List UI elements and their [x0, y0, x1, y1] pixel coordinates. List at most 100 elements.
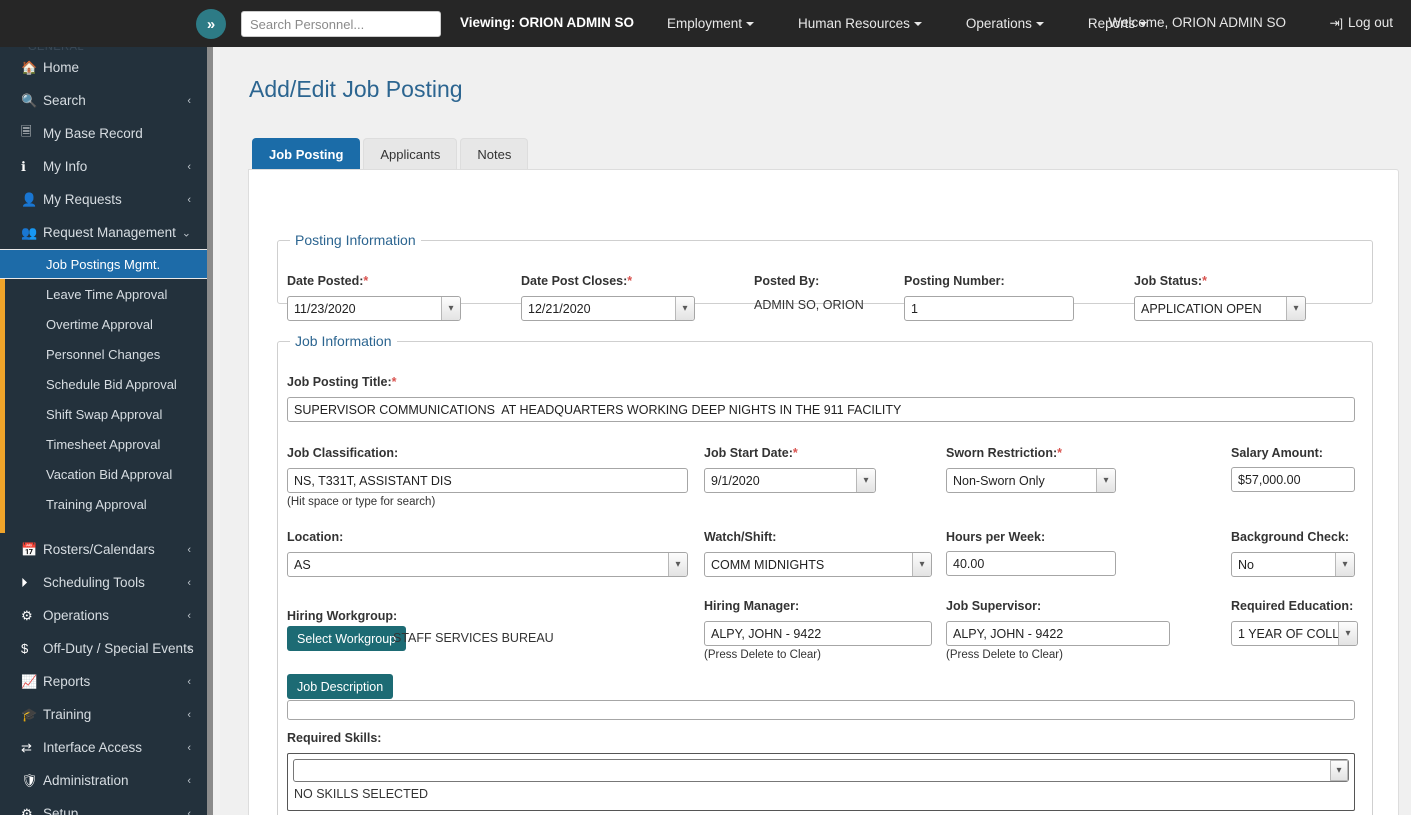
- sidebar-item-administration[interactable]: 🛡 Administration ‹: [0, 764, 213, 797]
- nav-item-human-resources[interactable]: Human Resources: [776, 16, 944, 31]
- tab-job-posting[interactable]: Job Posting: [252, 138, 361, 169]
- nav-item-employment-label: Employment: [667, 16, 743, 31]
- sidebar-item-vacation-bid-approval[interactable]: Vacation Bid Approval: [0, 459, 213, 489]
- job-start-date-value: 9/1/2020: [711, 473, 760, 488]
- required-education-select[interactable]: 1 YEAR OF COLLE ▾: [1231, 621, 1358, 646]
- sidebar: GENERAL 🏠 Home 🔍 Search ‹ 🗏 My Base Reco…: [0, 47, 220, 815]
- job-description-input[interactable]: [287, 700, 1355, 720]
- sidebar-item-setup[interactable]: ⚙ Setup ‹: [0, 797, 213, 815]
- required-asterisk: *: [1057, 446, 1062, 460]
- job-supervisor-input[interactable]: [946, 621, 1170, 646]
- hiring-workgroup-label: Hiring Workgroup:: [287, 609, 398, 623]
- required-education-value: 1 YEAR OF COLLE: [1238, 626, 1348, 641]
- watch-shift-select[interactable]: COMM MIDNIGHTS ▾: [704, 552, 932, 577]
- posting-number-label: Posting Number:: [904, 274, 1005, 288]
- sidebar-item-request-management[interactable]: 👥 Request Management ⌄: [0, 216, 213, 249]
- job-description-button[interactable]: Job Description: [287, 674, 394, 699]
- required-skills-note: NO SKILLS SELECTED: [294, 787, 429, 801]
- select-workgroup-button[interactable]: Select Workgroup: [287, 626, 407, 651]
- tab-notes[interactable]: Notes: [460, 138, 529, 169]
- magnifier-icon: 🔍: [21, 92, 38, 108]
- location-value: AS: [294, 557, 311, 572]
- nav-item-operations[interactable]: Operations: [944, 16, 1066, 31]
- sworn-restriction-select[interactable]: Non-Sworn Only ▾: [946, 468, 1116, 493]
- job-status-label: Job Status:*: [1134, 274, 1207, 288]
- sidebar-item-operations-label: Operations: [43, 608, 110, 623]
- sidebar-item-schedule-bid-approval[interactable]: Schedule Bid Approval: [0, 369, 213, 399]
- clock-icon: ⏵: [21, 574, 28, 590]
- date-post-closes-label-text: Date Post Closes:: [521, 274, 628, 288]
- sidebar-item-off-duty-special-events[interactable]: $ Off-Duty / Special Events ‹: [0, 632, 213, 665]
- exchange-arrows-icon: ⇄: [21, 739, 32, 755]
- sidebar-item-search[interactable]: 🔍 Search ‹: [0, 84, 213, 117]
- tab-applicants[interactable]: Applicants: [363, 138, 458, 169]
- sidebar-item-home[interactable]: 🏠 Home: [0, 51, 213, 84]
- caret-down-icon: [746, 22, 755, 27]
- job-status-select[interactable]: APPLICATION OPEN ▾: [1134, 296, 1306, 321]
- sidebar-item-shift-swap-approval[interactable]: Shift Swap Approval: [0, 399, 213, 429]
- search-personnel-input[interactable]: [241, 11, 441, 37]
- date-posted-select[interactable]: 11/23/2020 ▾: [287, 296, 461, 321]
- location-select[interactable]: AS ▾: [287, 552, 688, 577]
- job-start-date-label-text: Job Start Date:: [704, 446, 793, 460]
- sidebar-item-job-postings-mgmt[interactable]: Job Postings Mgmt.: [0, 249, 213, 279]
- sidebar-item-leave-time-approval-label: Leave Time Approval: [46, 286, 168, 302]
- sidebar-item-overtime-approval[interactable]: Overtime Approval: [0, 309, 213, 339]
- sidebar-item-training-approval[interactable]: Training Approval: [0, 489, 213, 519]
- hiring-manager-input[interactable]: [704, 621, 932, 646]
- sidebar-item-scheduling-tools[interactable]: ⏵ Scheduling Tools ‹: [0, 566, 213, 599]
- gear-icon: ⚙: [21, 805, 33, 815]
- sidebar-item-leave-time-approval[interactable]: Leave Time Approval: [0, 279, 213, 309]
- logout-button[interactable]: ⇥] Log out: [1330, 15, 1393, 30]
- date-posted-label-text: Date Posted:: [287, 274, 364, 288]
- sidebar-toggle-button[interactable]: »: [196, 9, 226, 39]
- caret-down-icon: [1035, 22, 1044, 27]
- background-check-select[interactable]: No ▾: [1231, 552, 1355, 577]
- sidebar-item-operations[interactable]: ⚙ Operations ‹: [0, 599, 213, 632]
- sidebar-item-training[interactable]: 🎓 Training ‹: [0, 698, 213, 731]
- job-classification-input[interactable]: [287, 468, 688, 493]
- sidebar-item-schedule-bid-approval-label: Schedule Bid Approval: [46, 376, 177, 392]
- job-start-date-select[interactable]: 9/1/2020 ▾: [704, 468, 876, 493]
- posted-by-label: Posted By:: [754, 274, 820, 288]
- chevron-down-icon: ▾: [856, 469, 875, 492]
- hiring-workgroup-value: STAFF SERVICES BUREAU: [393, 631, 554, 645]
- info-icon: ℹ: [21, 158, 26, 174]
- sidebar-item-reports[interactable]: 📈 Reports ‹: [0, 665, 213, 698]
- hiring-manager-hint: (Press Delete to Clear): [704, 649, 821, 661]
- chevron-left-icon: ‹: [187, 94, 191, 107]
- job-posting-title-input[interactable]: [287, 397, 1355, 422]
- sidebar-item-my-requests[interactable]: 👤 My Requests ‹: [0, 183, 213, 216]
- date-post-closes-select[interactable]: 12/21/2020 ▾: [521, 296, 695, 321]
- sidebar-scrollbar-track[interactable]: [213, 47, 220, 815]
- required-asterisk: *: [363, 274, 369, 288]
- sidebar-item-training-approval-label: Training Approval: [46, 496, 147, 512]
- hours-per-week-input[interactable]: [946, 551, 1116, 576]
- sidebar-submenu-request-management: Job Postings Mgmt. Leave Time Approval O…: [0, 249, 213, 533]
- double-chevron-right-icon: »: [206, 15, 216, 33]
- date-post-closes-label: Date Post Closes:*: [521, 274, 632, 288]
- salary-amount-input[interactable]: [1231, 467, 1355, 492]
- chevron-down-icon: ▾: [668, 553, 687, 576]
- posting-number-input[interactable]: [904, 296, 1074, 321]
- chevron-left-icon: ‹: [187, 642, 191, 655]
- sworn-restriction-value: Non-Sworn Only: [953, 473, 1045, 488]
- logout-label: Log out: [1347, 15, 1393, 30]
- chevron-down-icon: ⌄: [181, 227, 191, 239]
- required-skills-input[interactable]: [293, 759, 1349, 782]
- hiring-manager-label: Hiring Manager:: [704, 599, 800, 613]
- job-posting-title-label-text: Job Posting Title:: [287, 375, 392, 389]
- sidebar-item-rosters-calendars[interactable]: 📅 Rosters/Calendars ‹: [0, 533, 213, 566]
- sidebar-item-interface-access[interactable]: ⇄ Interface Access ‹: [0, 731, 213, 764]
- sidebar-scrollbar-thumb[interactable]: [207, 47, 213, 815]
- nav-item-employment[interactable]: Employment: [645, 16, 776, 31]
- sidebar-item-my-base-record[interactable]: 🗏 My Base Record: [0, 117, 213, 150]
- sidebar-item-personnel-changes[interactable]: Personnel Changes: [0, 339, 213, 369]
- job-supervisor-hint: (Press Delete to Clear): [946, 649, 1063, 661]
- sidebar-item-timesheet-approval[interactable]: Timesheet Approval: [0, 429, 213, 459]
- job-classification-label: Job Classification:: [287, 446, 399, 460]
- chevron-down-icon[interactable]: ▾: [1330, 760, 1348, 781]
- hours-per-week-label: Hours per Week:: [946, 530, 1046, 544]
- sidebar-item-my-info[interactable]: ℹ My Info ‹: [0, 150, 213, 183]
- required-asterisk: *: [627, 274, 633, 288]
